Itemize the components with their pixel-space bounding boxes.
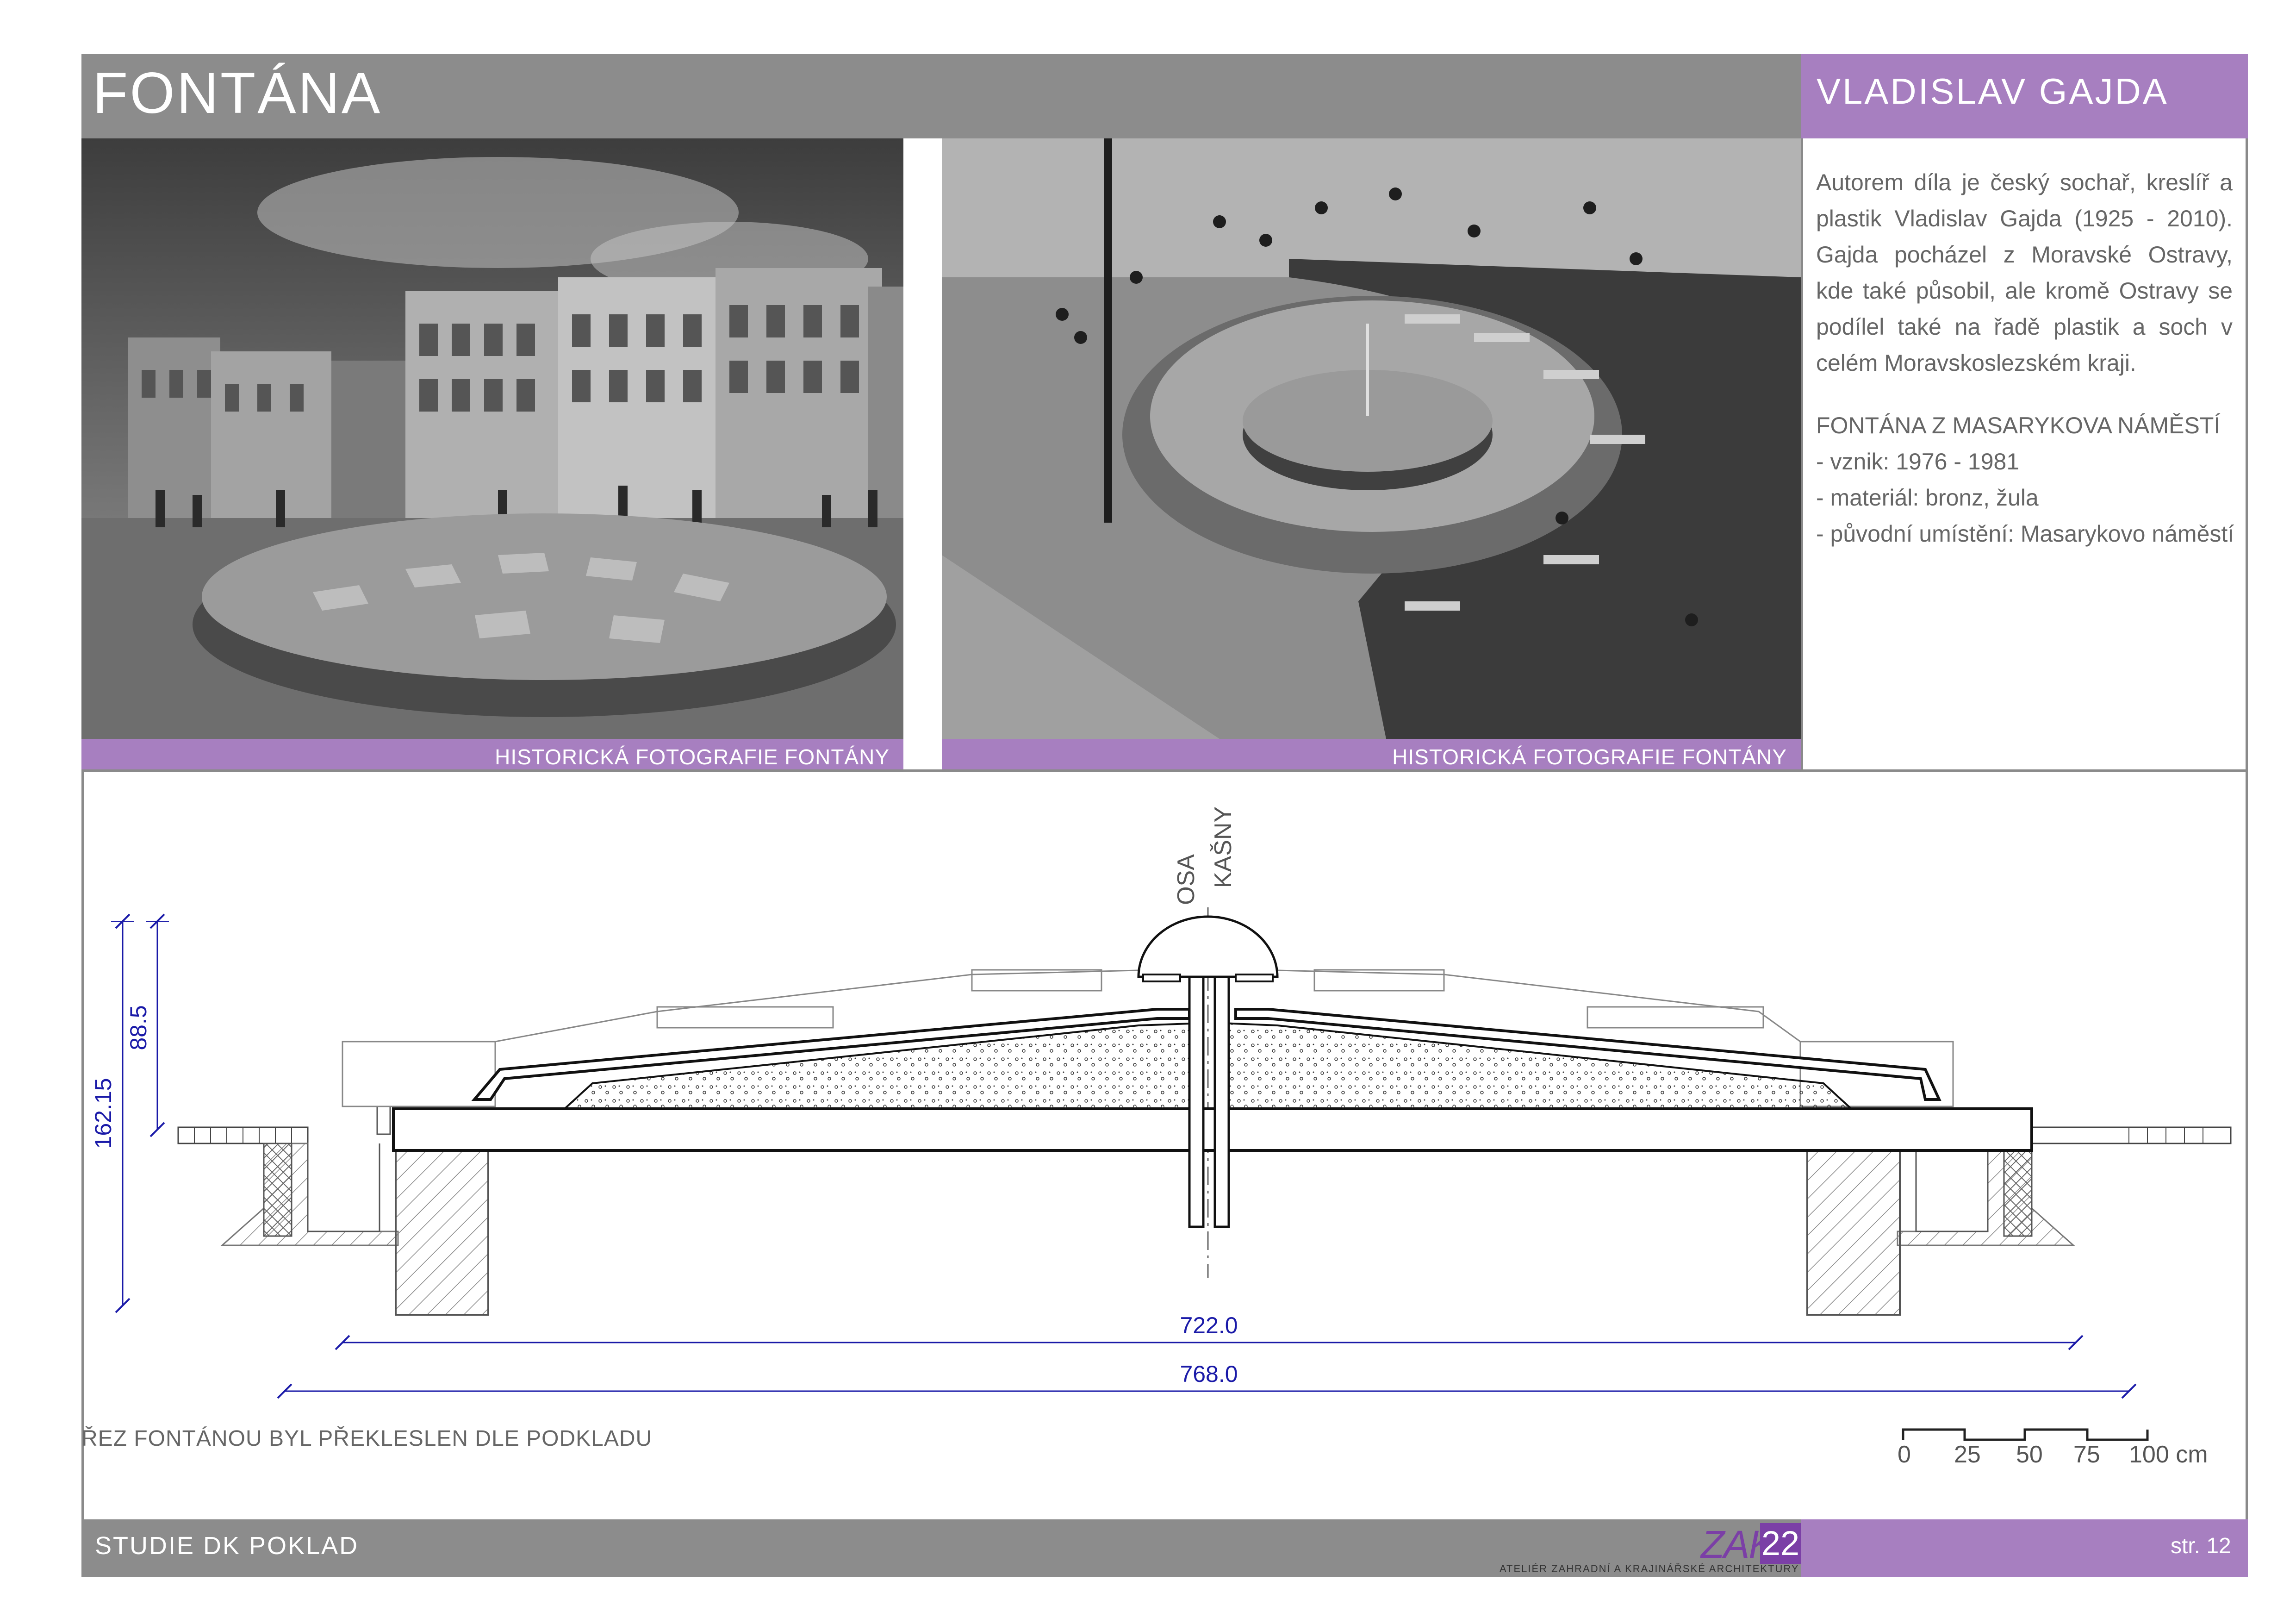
- dim-outer-width: 768.0: [1180, 1361, 1238, 1387]
- page-number: str. 12: [2171, 1534, 2231, 1558]
- author-name: VLADISLAV GAJDA: [1817, 71, 2169, 112]
- scale-label-75: 75: [2073, 1441, 2100, 1468]
- historic-photo-2: [942, 138, 1801, 739]
- section-note: ŘEZ FONTÁNOU BYL PŘEKLESLEN DLE PODKLADU: [81, 1426, 653, 1451]
- dim-total-height: 162.15: [90, 1078, 116, 1149]
- historic-photo-1: [81, 138, 903, 739]
- scale-label-100cm: 100 cm: [2129, 1441, 2208, 1468]
- fact-material: - materiál: bronz, žula: [1816, 485, 2039, 511]
- photo-1-caption: HISTORICKÁ FOTOGRAFIE FONTÁNY: [495, 745, 890, 769]
- scale-bar: [1902, 1428, 2149, 1441]
- axis-label-osa: OSA: [1173, 854, 1200, 905]
- project-title: STUDIE DK POKLAD: [95, 1532, 359, 1560]
- fountain-facts: FONTÁNA Z MASARYKOVA NÁMĚSTÍ - vznik: 19…: [1816, 407, 2234, 552]
- studio-logo-subtitle: ATELIÉR ZAHRADNÍ A KRAJINÁŘSKÉ ARCHITEKT…: [1500, 1563, 1799, 1574]
- scale-label-25: 25: [1954, 1441, 1981, 1468]
- dim-upper-height: 88.5: [125, 1005, 151, 1050]
- axis-label-kasny: KAŠNY: [1210, 806, 1237, 888]
- fountain-section-drawing: OSA KAŠNY 162.15 88.5 722.0 768.0: [90, 806, 2232, 1399]
- studio-logo-number: 22: [1760, 1523, 1801, 1564]
- fact-origin: - vznik: 1976 - 1981: [1816, 449, 2020, 475]
- fact-location: - původní umístění: Masarykovo náměstí: [1816, 521, 2234, 547]
- scale-label-0: 0: [1898, 1441, 1911, 1468]
- dim-inner-width: 722.0: [1180, 1312, 1238, 1338]
- scale-label-50: 50: [2016, 1441, 2043, 1468]
- facts-title: FONTÁNA Z MASARYKOVA NÁMĚSTÍ: [1816, 412, 2221, 438]
- author-bio: Autorem díla je český sochař, kreslíř a …: [1816, 169, 2233, 376]
- photo-2-caption: HISTORICKÁ FOTOGRAFIE FONTÁNY: [1392, 745, 1787, 769]
- page-title: FONTÁNA: [93, 61, 382, 125]
